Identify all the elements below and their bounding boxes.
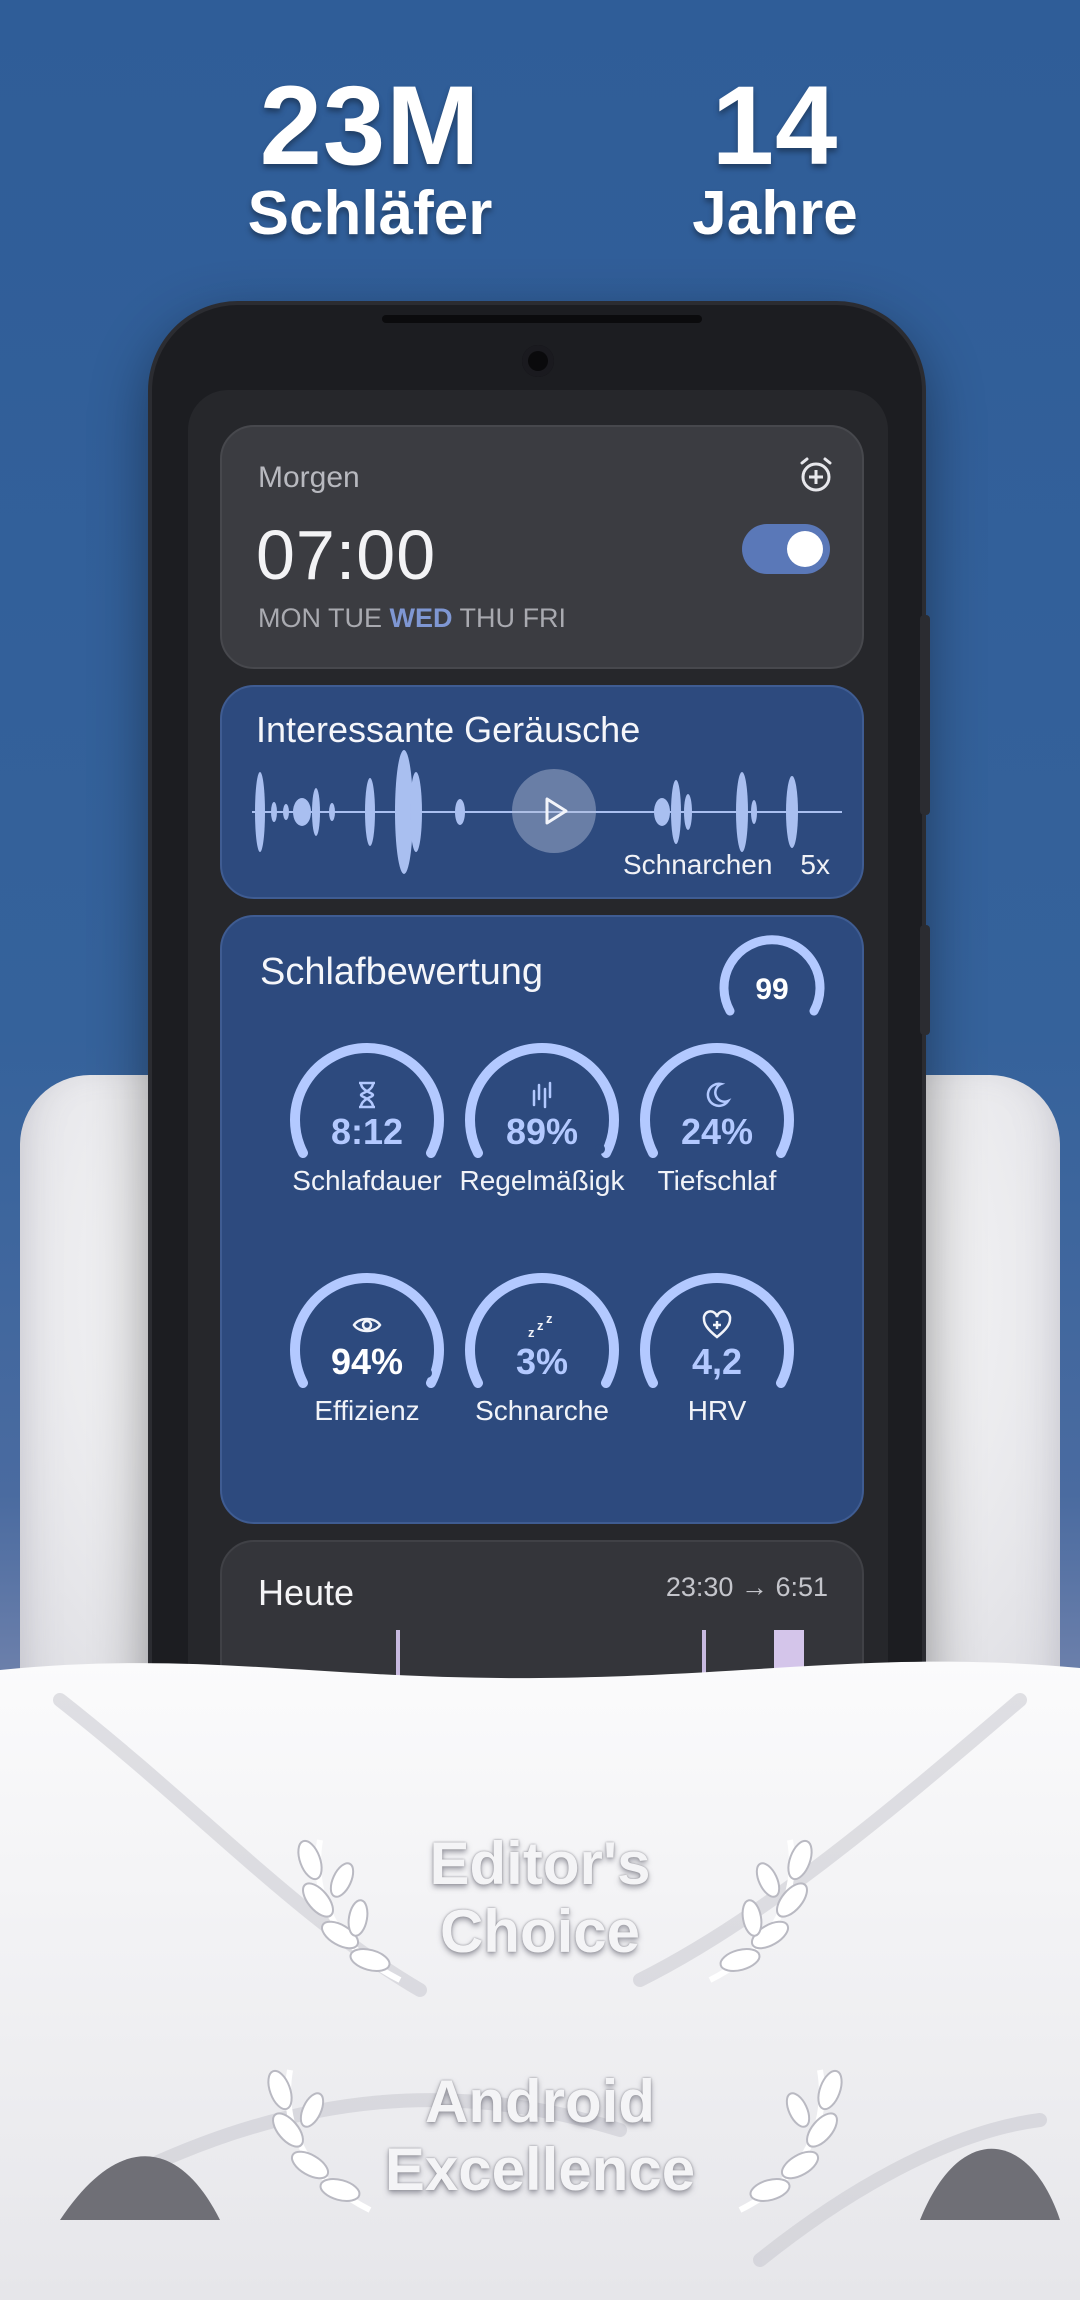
alarm-days: MON TUE WED THU FRI (258, 603, 566, 634)
award-android-excellence-line1: Android (425, 2068, 655, 2135)
award-editors-choice-line1: Editor's (429, 1830, 651, 1897)
play-icon (545, 797, 568, 825)
volume-button (920, 615, 930, 815)
day-fri: FRI (522, 603, 567, 633)
award-android-excellence-line2: Excellence (384, 2136, 696, 2203)
day-thu: THU (459, 603, 516, 633)
eye-icon (352, 1317, 382, 1333)
day-tue: TUE (328, 603, 383, 633)
metric-hrv[interactable]: 4,2 HRV (627, 1267, 807, 1467)
snore-count: 5x (800, 849, 830, 880)
stat-years-label: Jahre (692, 179, 858, 248)
metric-hrv-label: HRV (687, 1395, 747, 1426)
award-android-excellence: Android Excellence (0, 2068, 1080, 2204)
power-button (920, 925, 930, 1035)
day-mon: MON (258, 603, 321, 633)
alarm-toggle[interactable] (742, 524, 830, 574)
svg-text:z: z (537, 1318, 544, 1333)
alarm-add-icon[interactable] (796, 455, 836, 495)
zzz-icon: z z z (528, 1311, 553, 1340)
alarm-title: Morgen (258, 461, 360, 494)
alarm-time: 07:00 (256, 516, 437, 594)
sounds-card[interactable]: Interessante Geräusche Schnarchen 5x (220, 685, 864, 899)
metric-regularity-value: 89% (505, 1111, 579, 1152)
metric-hrv-value: 4,2 (691, 1341, 743, 1382)
svg-text:z: z (528, 1325, 535, 1340)
today-time-range: 23:30 → 6:51 (665, 1572, 828, 1602)
stat-sleepers: 23M Schläfer (235, 70, 505, 246)
today-title: Heute (258, 1572, 355, 1613)
metric-regularity[interactable]: 89% Regelmäßigk (452, 1037, 632, 1237)
phone-screen: Morgen 07:00 MON TUE WED THU FRI Interes… (188, 390, 888, 1790)
stat-sleepers-label: Schläfer (247, 179, 493, 248)
sleep-score-card[interactable]: Schlafbewertung 99 8:12 Schlafdauer 89% … (220, 915, 864, 1524)
moon-icon (706, 1082, 732, 1108)
overall-score-value: 99 (755, 973, 788, 1006)
bars-icon (532, 1081, 552, 1109)
award-editors-choice-line2: Choice (439, 1898, 641, 1965)
award-editors-choice: Editor's Choice (0, 1830, 1080, 1966)
metric-deep-sleep-value: 24% (680, 1111, 754, 1152)
alarm-card[interactable]: Morgen 07:00 MON TUE WED THU FRI (220, 425, 864, 669)
metric-deep-sleep-label: Tiefschlaf (657, 1165, 777, 1196)
metric-snoring[interactable]: z z z 3% Schnarche (452, 1267, 632, 1467)
phone-speaker (382, 315, 702, 323)
stat-years-number: 14 (711, 63, 839, 188)
alarm-toggle-knob (787, 531, 823, 567)
metric-duration[interactable]: 8:12 Schlafdauer (277, 1037, 457, 1237)
play-button[interactable] (512, 769, 596, 853)
heart-pulse-icon (702, 1310, 732, 1339)
hourglass-icon (359, 1081, 375, 1109)
metric-efficiency[interactable]: 94% Effizienz (277, 1267, 457, 1467)
metric-snoring-value: 3% (515, 1341, 569, 1382)
day-wed: WED (389, 603, 453, 633)
stat-sleepers-number: 23M (259, 63, 481, 188)
phone-camera (522, 345, 554, 377)
sleep-score-title: Schlafbewertung (260, 951, 544, 993)
snore-summary: Schnarchen 5x (623, 849, 830, 881)
stat-years: 14 Jahre (680, 70, 870, 246)
bed-sheet-illustration (0, 1661, 1080, 2300)
phone-frame: Morgen 07:00 MON TUE WED THU FRI Interes… (152, 305, 930, 1805)
metric-efficiency-value: 94% (330, 1341, 404, 1382)
metric-duration-value: 8:12 (330, 1111, 404, 1152)
svg-text:z: z (546, 1311, 553, 1326)
metric-deep-sleep[interactable]: 24% Tiefschlaf (627, 1037, 807, 1237)
snore-label: Schnarchen (622, 849, 773, 880)
overall-score-ring: 99 (719, 935, 825, 1016)
